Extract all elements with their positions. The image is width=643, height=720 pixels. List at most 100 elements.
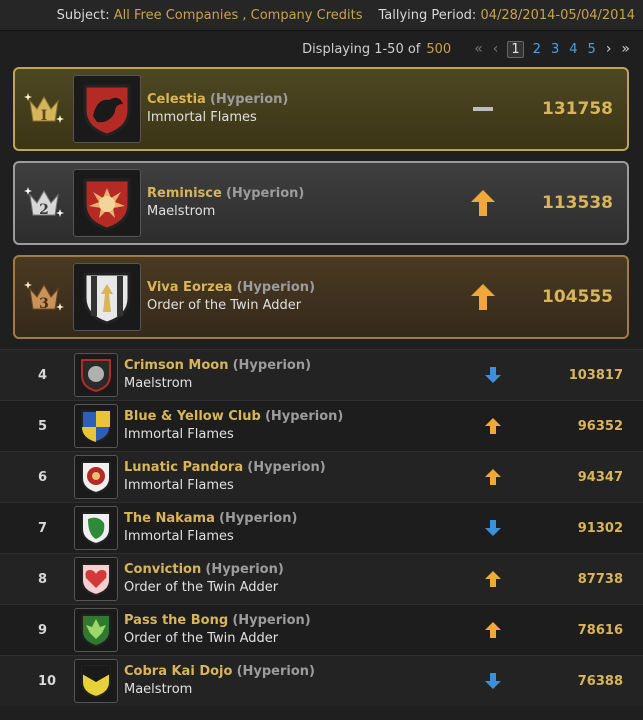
grand-company: Maelstrom bbox=[124, 682, 193, 697]
company-crest[interactable] bbox=[73, 169, 141, 237]
company-score: 96352 bbox=[577, 418, 623, 434]
table-row[interactable]: 9 Pass the Bong (Hyperion) Order of the … bbox=[0, 604, 643, 655]
table-row[interactable]: 7 The Nakama (Hyperion) Immortal Flames … bbox=[0, 502, 643, 553]
grand-company: Order of the Twin Adder bbox=[124, 580, 279, 595]
page-link-5[interactable]: 5 bbox=[588, 42, 596, 57]
table-row[interactable]: 6 Lunatic Pandora (Hyperion) Immortal Fl… bbox=[0, 451, 643, 502]
table-row[interactable]: 10 Cobra Kai Dojo (Hyperion) Maelstrom 7… bbox=[0, 655, 643, 706]
rank-number: 4 bbox=[38, 367, 48, 383]
company-info: Crimson Moon (Hyperion) Maelstrom bbox=[124, 357, 473, 393]
server-name: (Hyperion) bbox=[225, 186, 305, 201]
top-rank-card[interactable]: I Celestia (Hyperion) Immortal Flames 13… bbox=[13, 67, 629, 151]
grand-company: Maelstrom bbox=[147, 204, 216, 219]
company-crest[interactable] bbox=[74, 557, 118, 601]
page-link-1[interactable]: 1 bbox=[507, 40, 524, 58]
company-score: 113538 bbox=[542, 193, 613, 213]
up-arrow-icon bbox=[473, 416, 513, 436]
company-crest[interactable] bbox=[74, 404, 118, 448]
company-name[interactable]: Crimson Moon bbox=[124, 358, 228, 373]
up-arrow-icon bbox=[453, 282, 513, 312]
down-arrow-icon bbox=[473, 518, 513, 538]
server-name: (Hyperion) bbox=[264, 409, 344, 424]
rank-numeral: 2 bbox=[39, 202, 49, 218]
period-value[interactable]: 04/28/2014-05/04/2014 bbox=[480, 8, 635, 23]
down-arrow-icon bbox=[473, 671, 513, 691]
company-info: Blue & Yellow Club (Hyperion) Immortal F… bbox=[124, 408, 473, 444]
rank-number: 7 bbox=[38, 520, 48, 536]
rank-number: 9 bbox=[38, 622, 48, 638]
server-name: (Hyperion) bbox=[236, 664, 315, 679]
company-score: 76388 bbox=[577, 673, 623, 689]
subject-label: Subject: bbox=[56, 7, 110, 23]
next-page-icon[interactable]: › bbox=[606, 41, 612, 57]
company-score: 131758 bbox=[542, 99, 613, 119]
gold-crown-icon: I bbox=[15, 87, 73, 131]
company-info: The Nakama (Hyperion) Immortal Flames bbox=[124, 510, 473, 546]
top-rank-card[interactable]: 3 Viva Eorzea (Hyperion) Order of the Tw… bbox=[13, 255, 629, 339]
display-range-text: Displaying 1-50 of bbox=[302, 41, 421, 57]
company-name[interactable]: Reminisce bbox=[147, 186, 222, 201]
company-name[interactable]: Pass the Bong bbox=[124, 613, 228, 628]
last-page-icon[interactable]: » bbox=[621, 41, 630, 57]
company-crest[interactable] bbox=[74, 608, 118, 652]
company-crest[interactable] bbox=[74, 353, 118, 397]
rank-numeral: 3 bbox=[39, 296, 49, 312]
company-crest[interactable] bbox=[73, 75, 141, 143]
top-rank-card[interactable]: 2 Reminisce (Hyperion) Maelstrom 113538 bbox=[13, 161, 629, 245]
rank-number: 8 bbox=[38, 571, 48, 587]
company-score: 78616 bbox=[577, 622, 623, 638]
total-count: 500 bbox=[426, 41, 452, 57]
company-info: Viva Eorzea (Hyperion) Order of the Twin… bbox=[147, 279, 453, 315]
company-crest[interactable] bbox=[74, 455, 118, 499]
company-info: Pass the Bong (Hyperion) Order of the Tw… bbox=[124, 612, 473, 648]
grand-company: Immortal Flames bbox=[124, 427, 234, 442]
rank-number: 6 bbox=[38, 469, 48, 485]
up-arrow-icon bbox=[473, 620, 513, 640]
grand-company: Immortal Flames bbox=[124, 478, 234, 493]
page-link-4[interactable]: 4 bbox=[569, 42, 577, 57]
grand-company: Order of the Twin Adder bbox=[124, 631, 279, 646]
company-name[interactable]: The Nakama bbox=[124, 511, 215, 526]
grand-company: Immortal Flames bbox=[124, 529, 234, 544]
company-crest[interactable] bbox=[74, 506, 118, 550]
up-arrow-icon bbox=[473, 569, 513, 589]
grand-company: Order of the Twin Adder bbox=[147, 298, 302, 313]
server-name: (Hyperion) bbox=[236, 280, 316, 295]
company-name[interactable]: Blue & Yellow Club bbox=[124, 409, 261, 424]
rank-number: 10 bbox=[38, 673, 57, 689]
rank-number: 5 bbox=[38, 418, 48, 434]
rank-numeral: I bbox=[41, 108, 48, 124]
company-score: 103817 bbox=[568, 367, 623, 383]
company-score: 104555 bbox=[542, 287, 613, 307]
up-arrow-icon bbox=[453, 188, 513, 218]
down-arrow-icon bbox=[473, 365, 513, 385]
subject-value[interactable]: All Free Companies , Company Credits bbox=[114, 8, 363, 23]
grand-company: Maelstrom bbox=[124, 376, 193, 391]
company-crest[interactable] bbox=[73, 263, 141, 331]
server-name: (Hyperion) bbox=[232, 358, 312, 373]
page-link-3[interactable]: 3 bbox=[551, 42, 559, 57]
server-name: (Hyperion) bbox=[232, 613, 311, 628]
server-name: (Hyperion) bbox=[209, 92, 289, 107]
grand-company: Immortal Flames bbox=[147, 110, 257, 125]
company-name[interactable]: Conviction bbox=[124, 562, 201, 577]
company-name[interactable]: Viva Eorzea bbox=[147, 280, 232, 295]
table-row[interactable]: 5 Blue & Yellow Club (Hyperion) Immortal… bbox=[0, 400, 643, 451]
company-crest[interactable] bbox=[74, 659, 118, 703]
company-info: Reminisce (Hyperion) Maelstrom bbox=[147, 185, 453, 221]
table-row[interactable]: 8 Conviction (Hyperion) Order of the Twi… bbox=[0, 553, 643, 604]
company-name[interactable]: Cobra Kai Dojo bbox=[124, 664, 232, 679]
page-link-2[interactable]: 2 bbox=[533, 42, 541, 57]
company-info: Cobra Kai Dojo (Hyperion) Maelstrom bbox=[124, 663, 473, 699]
first-page-icon[interactable]: « bbox=[474, 41, 483, 57]
prev-page-icon[interactable]: ‹ bbox=[493, 41, 499, 57]
company-score: 87738 bbox=[577, 571, 623, 587]
period-label: Tallying Period: bbox=[378, 7, 477, 23]
table-row[interactable]: 4 Crimson Moon (Hyperion) Maelstrom 1038… bbox=[0, 349, 643, 400]
filter-bar: Subject: All Free Companies , Company Cr… bbox=[0, 0, 643, 31]
company-name[interactable]: Celestia bbox=[147, 92, 206, 107]
company-name[interactable]: Lunatic Pandora bbox=[124, 460, 243, 475]
server-name: (Hyperion) bbox=[247, 460, 326, 475]
company-info: Celestia (Hyperion) Immortal Flames bbox=[147, 91, 453, 127]
top-three-list: I Celestia (Hyperion) Immortal Flames 13… bbox=[0, 67, 643, 339]
